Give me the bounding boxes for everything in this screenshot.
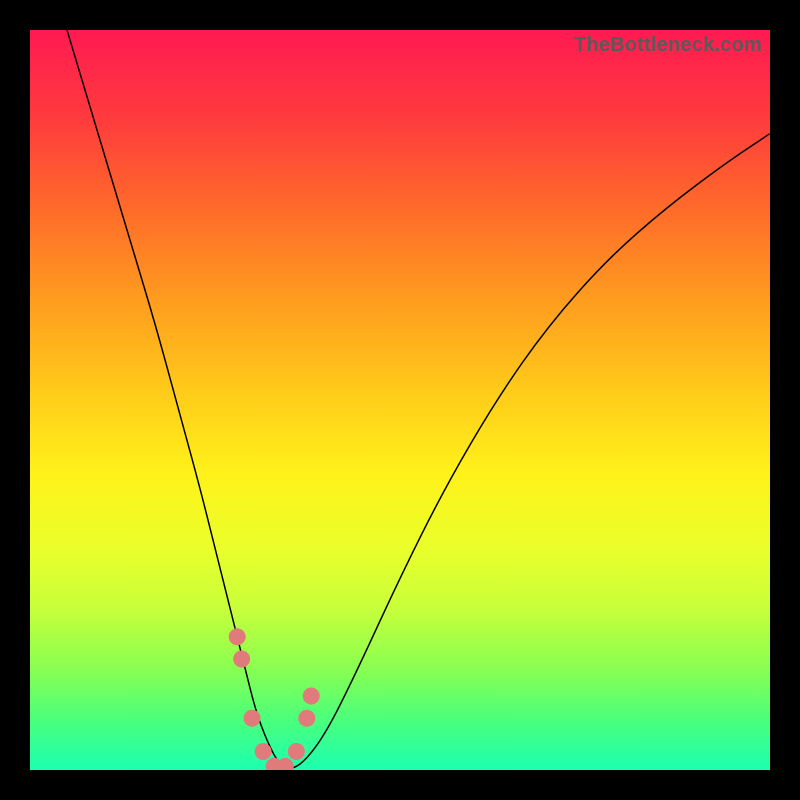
highlight-marker	[255, 743, 272, 760]
highlight-markers	[229, 628, 320, 770]
curve-svg	[30, 30, 770, 770]
highlight-marker	[288, 743, 305, 760]
highlight-marker	[244, 710, 261, 727]
bottleneck-curve	[67, 30, 770, 768]
chart-frame: TheBottleneck.com	[0, 0, 800, 800]
highlight-marker	[303, 688, 320, 705]
highlight-marker	[298, 710, 315, 727]
highlight-marker	[229, 628, 246, 645]
plot-area: TheBottleneck.com	[30, 30, 770, 770]
highlight-marker	[233, 651, 250, 668]
